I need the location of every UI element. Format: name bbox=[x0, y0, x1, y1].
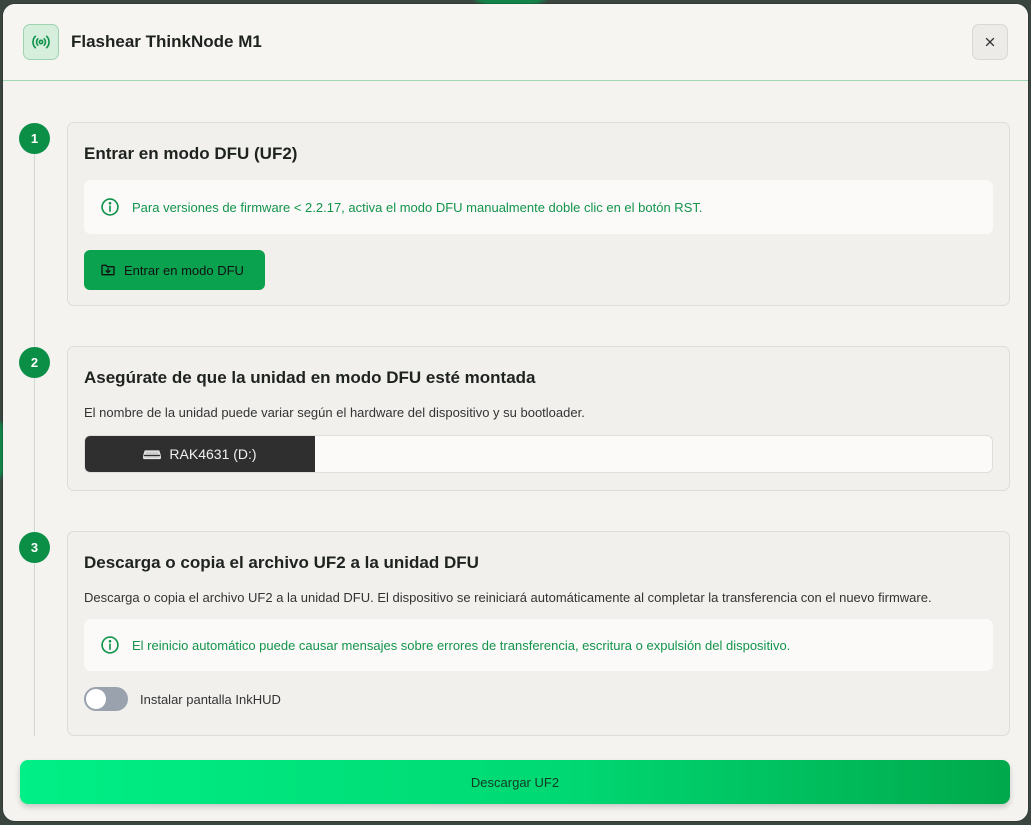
step-card-copy-uf2: Descarga o copia el archivo UF2 a la uni… bbox=[67, 531, 1010, 736]
steps-timeline bbox=[34, 144, 35, 736]
close-button[interactable] bbox=[972, 24, 1008, 60]
dialog-header: Flashear ThinkNode M1 bbox=[3, 4, 1028, 81]
step-description: Descarga o copia el archivo UF2 a la uni… bbox=[84, 590, 932, 605]
info-alert-text: Para versiones de firmware < 2.2.17, act… bbox=[132, 199, 703, 215]
info-icon bbox=[101, 636, 119, 654]
step-title: Descarga o copia el archivo UF2 a la uni… bbox=[84, 553, 479, 572]
drive-rak4631-button[interactable]: RAK4631 (D:) bbox=[85, 436, 315, 472]
close-icon bbox=[985, 37, 995, 47]
dialog-title: Flashear ThinkNode M1 bbox=[71, 32, 262, 51]
flash-dialog: Flashear ThinkNode M1 1 Entrar en modo D… bbox=[3, 4, 1028, 821]
inkhud-toggle-row: Instalar pantalla InkHUD bbox=[84, 687, 993, 711]
info-alert-text: El reinicio automático puede causar mens… bbox=[132, 637, 791, 653]
inkhud-toggle-label: Instalar pantalla InkHUD bbox=[140, 691, 281, 707]
step-number-badge: 2 bbox=[19, 347, 50, 378]
download-uf2-button[interactable]: Descargar UF2 bbox=[20, 760, 1010, 804]
step-title: Entrar en modo DFU (UF2) bbox=[84, 144, 298, 163]
folder-download-icon bbox=[101, 264, 115, 276]
radio-broadcast-icon bbox=[23, 24, 59, 60]
step-title: Asegúrate de que la unidad en modo DFU e… bbox=[84, 368, 536, 387]
info-alert: Para versiones de firmware < 2.2.17, act… bbox=[84, 180, 993, 234]
info-alert: El reinicio automático puede causar mens… bbox=[84, 619, 993, 671]
enter-dfu-mode-button[interactable]: Entrar en modo DFU bbox=[84, 250, 265, 290]
info-icon bbox=[101, 198, 119, 216]
step-description: El nombre de la unidad puede variar segú… bbox=[84, 405, 585, 420]
step-card-drive-mounted: Asegúrate de que la unidad en modo DFU e… bbox=[67, 346, 1010, 491]
step-card-dfu-mode: Entrar en modo DFU (UF2) Para versiones … bbox=[67, 122, 1010, 306]
toggle-knob bbox=[86, 689, 106, 709]
step-number-badge: 1 bbox=[19, 123, 50, 154]
step-number-badge: 3 bbox=[19, 532, 50, 563]
drive-label: RAK4631 (D:) bbox=[169, 446, 257, 462]
enter-dfu-mode-label: Entrar en modo DFU bbox=[124, 262, 244, 278]
hard-drive-icon bbox=[143, 450, 162, 460]
inkhud-toggle[interactable] bbox=[84, 687, 128, 711]
drive-selector: RAK4631 (D:) bbox=[84, 435, 993, 473]
